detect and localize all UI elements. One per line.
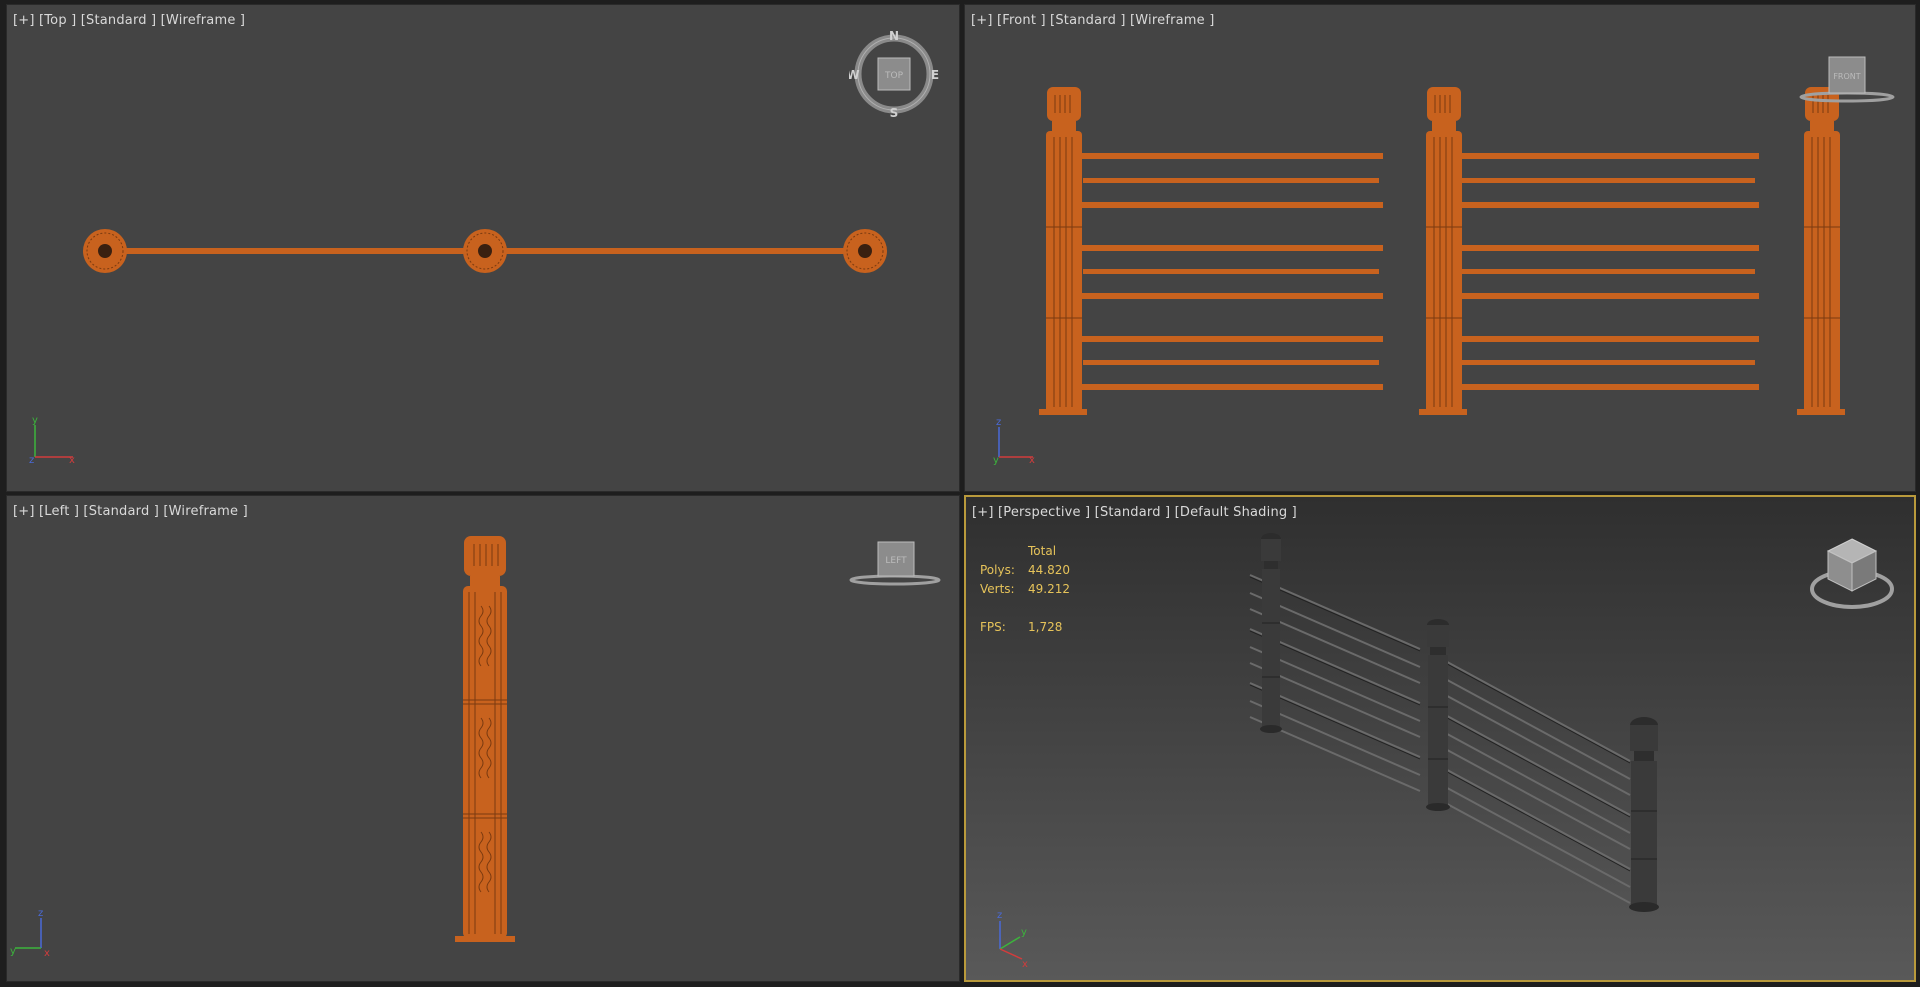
top-post-2[interactable] xyxy=(463,229,507,273)
svg-text:x: x xyxy=(44,948,50,959)
top-post-3[interactable] xyxy=(843,229,887,273)
perspective-scene: z y x xyxy=(997,533,1659,970)
viewport-front[interactable]: z x y [+] [Front ] [Standard ] [Wirefram… xyxy=(964,4,1916,492)
stats-polys-label: Polys: xyxy=(980,563,1015,577)
viewcube-perspective[interactable] xyxy=(1804,531,1900,615)
svg-text:N: N xyxy=(889,29,899,43)
svg-text:z: z xyxy=(996,417,1001,428)
axis-tripod-front: z x y xyxy=(993,417,1035,466)
svg-text:z: z xyxy=(997,910,1002,921)
svg-text:z: z xyxy=(29,455,34,466)
front-post-1[interactable] xyxy=(1039,87,1087,415)
axis-tripod-top: y x z xyxy=(29,415,75,466)
front-view-scene: z x y xyxy=(993,87,1845,466)
svg-text:x: x xyxy=(1029,455,1035,466)
svg-text:TOP: TOP xyxy=(884,71,904,81)
axis-tripod-left: z y x xyxy=(10,908,50,959)
svg-text:x: x xyxy=(69,455,75,466)
svg-text:LEFT: LEFT xyxy=(885,556,907,566)
left-view-scene: z y x xyxy=(10,536,515,959)
viewcube-compass-top[interactable]: TOP N S E W xyxy=(849,29,939,119)
svg-text:E: E xyxy=(931,68,939,82)
front-post-2[interactable] xyxy=(1419,87,1467,415)
statistics-overlay: Total Polys: 44.820 Verts: 49.212 FPS: 1… xyxy=(980,542,1070,637)
stats-verts-label: Verts: xyxy=(980,582,1015,596)
axis-tripod-perspective: z y x xyxy=(997,910,1028,970)
stats-fps-value: 1,728 xyxy=(1028,620,1063,634)
stats-fps-row: FPS: 1,728 xyxy=(980,618,1070,637)
stats-verts-row: Verts: 49.212 xyxy=(980,580,1070,599)
viewport-top[interactable]: y x z [+] [Top ] [Standard ] [Wireframe … xyxy=(6,4,960,492)
stats-polys-row: Polys: 44.820 xyxy=(980,561,1070,580)
front-rails xyxy=(1077,153,1759,390)
viewport-label-left[interactable]: [+] [Left ] [Standard ] [Wireframe ] xyxy=(13,504,248,519)
top-post-1[interactable] xyxy=(83,229,127,273)
viewport-perspective[interactable]: z y x [+] [Perspective ] [Standard ] [De… xyxy=(964,495,1916,982)
svg-text:z: z xyxy=(38,908,43,919)
svg-text:y: y xyxy=(1021,927,1027,938)
viewcube-front[interactable]: FRONT xyxy=(1797,49,1897,109)
viewport-label-top[interactable]: [+] [Top ] [Standard ] [Wireframe ] xyxy=(13,13,245,28)
svg-text:y: y xyxy=(10,946,16,957)
left-post[interactable] xyxy=(455,536,515,942)
front-post-3[interactable] xyxy=(1797,87,1845,415)
svg-text:y: y xyxy=(993,455,999,466)
svg-text:y: y xyxy=(32,415,38,426)
viewport-label-front[interactable]: [+] [Front ] [Standard ] [Wireframe ] xyxy=(971,13,1214,28)
perspective-post-3[interactable] xyxy=(1629,717,1659,912)
svg-text:x: x xyxy=(1022,959,1028,970)
viewport-label-perspective[interactable]: [+] [Perspective ] [Standard ] [Default … xyxy=(972,505,1297,520)
stats-header: Total xyxy=(1028,544,1057,558)
perspective-post-2[interactable] xyxy=(1426,619,1450,811)
viewport-left[interactable]: z y x [+] [Left ] [Standard ] [Wireframe… xyxy=(6,495,960,982)
top-view-scene: y x z xyxy=(29,229,887,466)
stats-polys-value: 44.820 xyxy=(1028,563,1070,577)
stats-fps-label: FPS: xyxy=(980,620,1006,634)
viewcube-left[interactable]: LEFT xyxy=(845,540,945,590)
svg-text:FRONT: FRONT xyxy=(1833,72,1860,81)
perspective-post-1[interactable] xyxy=(1260,533,1282,733)
svg-text:S: S xyxy=(890,106,899,119)
stats-verts-value: 49.212 xyxy=(1028,582,1070,596)
svg-text:W: W xyxy=(849,68,860,82)
